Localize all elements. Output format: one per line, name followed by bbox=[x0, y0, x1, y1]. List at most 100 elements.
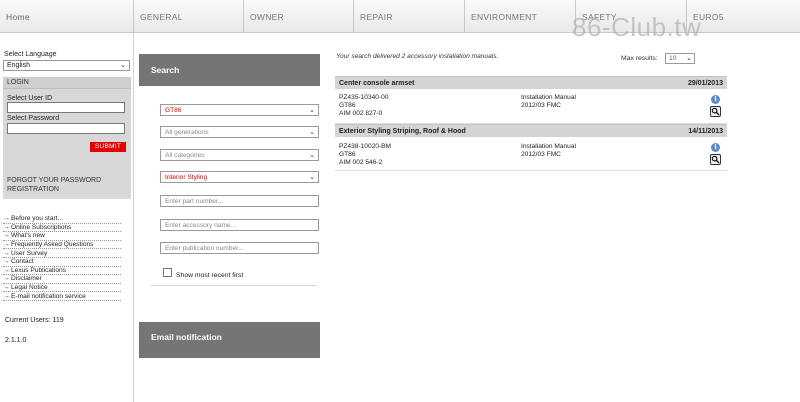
sidebar-link[interactable]: → Lexus Publications bbox=[3, 267, 121, 276]
model-select[interactable]: GT86 ⌄ bbox=[160, 104, 319, 116]
tab-environment[interactable]: ENVIRONMENT bbox=[465, 0, 576, 33]
sidebar-links: → Before you start... → Online Subscriptio… bbox=[3, 215, 121, 301]
result-type: Installation Manual bbox=[521, 94, 576, 101]
generation-select[interactable]: All generations ⌄ bbox=[160, 126, 319, 138]
arrow-right-icon: → bbox=[3, 232, 10, 240]
tab-general[interactable]: GENERAL bbox=[134, 0, 244, 33]
result-title[interactable]: Exterior Styling Striping, Roof & Hood bbox=[339, 128, 466, 135]
sidebar-link-label: Before you start... bbox=[11, 215, 64, 223]
sidebar-link-label: Frequently Asked Questions bbox=[11, 241, 94, 249]
sidebar-link-label: Contact bbox=[11, 258, 34, 266]
results-summary: Your search delivered 2 accessory instal… bbox=[336, 53, 499, 60]
subcategory-select[interactable]: Interior Styling ⌄ bbox=[160, 171, 319, 183]
sidebar-link[interactable]: → Online Subscriptions bbox=[3, 224, 121, 233]
tab-repair[interactable]: REPAIR bbox=[354, 0, 465, 33]
max-results-value: 10 bbox=[669, 55, 677, 62]
sidebar-link[interactable]: → E-mail notification service bbox=[3, 292, 121, 301]
most-recent-label: Show most recent first bbox=[176, 272, 244, 279]
generation-value: All generations bbox=[165, 129, 209, 136]
login-box: LOGIN Select User ID Select Password SUB… bbox=[3, 77, 131, 199]
publication-number-placeholder: Enter publication number... bbox=[165, 245, 244, 252]
arrow-right-icon: → bbox=[3, 215, 10, 223]
category-value: All categories bbox=[165, 152, 205, 159]
language-select[interactable]: English ⌄ bbox=[3, 60, 130, 71]
sidebar-link[interactable]: → Before you start... bbox=[3, 215, 121, 224]
result-title[interactable]: Center console armset bbox=[339, 80, 414, 87]
sidebar-link-label: Legal Notice bbox=[11, 284, 48, 292]
submit-button[interactable]: SUBMIT bbox=[90, 142, 126, 152]
info-icon[interactable]: i bbox=[711, 95, 720, 104]
subcategory-value: Interior Styling bbox=[165, 174, 208, 181]
max-results-label: Max results: bbox=[621, 55, 658, 62]
sidebar-link[interactable]: → Disclaimer bbox=[3, 275, 121, 284]
result-model: GT86 bbox=[339, 102, 356, 109]
version-number: 2.1.1.0 bbox=[5, 337, 27, 344]
login-links: FORGOT YOUR PASSWORD REGISTRATION bbox=[7, 176, 101, 194]
chevron-down-icon: ⌄ bbox=[309, 174, 315, 181]
result-details: PZ438-10020-BM GT86 AIM 002 546-2 Instal… bbox=[335, 138, 727, 171]
forgot-password-link[interactable]: FORGOT YOUR PASSWORD bbox=[7, 176, 101, 185]
arrow-right-icon: → bbox=[3, 249, 10, 257]
accessory-name-input[interactable]: Enter accessory name... bbox=[160, 219, 319, 231]
registration-link[interactable]: REGISTRATION bbox=[7, 185, 101, 194]
chevron-down-icon: ⌄ bbox=[120, 62, 126, 69]
language-label: Select Language bbox=[4, 51, 57, 58]
info-icon[interactable]: i bbox=[711, 143, 720, 152]
arrow-right-icon: → bbox=[3, 292, 10, 300]
user-id-input[interactable] bbox=[7, 102, 125, 113]
arrow-right-icon: → bbox=[3, 258, 10, 266]
arrow-right-icon: → bbox=[3, 223, 10, 231]
password-input[interactable] bbox=[7, 123, 125, 134]
chevron-down-icon: ⌄ bbox=[309, 129, 315, 136]
tab-owner[interactable]: OWNER bbox=[244, 0, 354, 33]
divider bbox=[151, 285, 317, 286]
password-label: Select Password bbox=[7, 115, 60, 122]
sidebar-link-label: E-mail notification service bbox=[11, 292, 86, 300]
result-aim: AIM 002 827-0 bbox=[339, 110, 383, 117]
search-panel-title: Search bbox=[139, 54, 320, 86]
magnifier-icon[interactable] bbox=[710, 154, 721, 165]
model-value: GT86 bbox=[165, 107, 182, 114]
arrow-right-icon: → bbox=[3, 241, 10, 249]
sidebar-link-label: Online Subscriptions bbox=[11, 223, 72, 231]
part-number-input[interactable]: Enter part number... bbox=[160, 195, 319, 207]
chevron-down-icon: ⌄ bbox=[309, 152, 315, 159]
magnifier-icon[interactable] bbox=[710, 106, 721, 117]
arrow-right-icon: → bbox=[3, 284, 10, 292]
result-header: Center console armset 29/01/2013 bbox=[335, 76, 727, 89]
top-navigation: Home GENERAL OWNER REPAIR ENVIRONMENT SA… bbox=[0, 0, 800, 33]
arrow-right-icon: → bbox=[3, 275, 10, 283]
result-model: GT86 bbox=[339, 151, 356, 158]
result-part-number: PZ435-10340-00 bbox=[339, 94, 389, 101]
sidebar-link[interactable]: → User Survey bbox=[3, 249, 121, 258]
sidebar-link-label: User Survey bbox=[11, 249, 48, 257]
chevron-down-icon: ⌄ bbox=[309, 107, 315, 114]
left-sidebar: Select Language English ⌄ LOGIN Select U… bbox=[0, 33, 134, 402]
result-details: PZ435-10340-00 GT86 AIM 002 827-0 Instal… bbox=[335, 90, 727, 124]
accessory-name-placeholder: Enter accessory name... bbox=[165, 222, 237, 229]
sidebar-link[interactable]: → What's new bbox=[3, 232, 121, 241]
sidebar-link[interactable]: → Legal Notice bbox=[3, 284, 121, 293]
current-users: Current Users: 119 bbox=[5, 317, 64, 324]
tab-euro5[interactable]: EURO5 bbox=[687, 0, 800, 33]
result-aim: AIM 002 546-2 bbox=[339, 159, 383, 166]
result-fmc: 2012/03 FMC bbox=[521, 151, 561, 158]
sidebar-link-label: What's new bbox=[11, 232, 45, 240]
category-select[interactable]: All categories ⌄ bbox=[160, 149, 319, 161]
user-id-label: Select User ID bbox=[7, 95, 53, 102]
result-date: 14/11/2013 bbox=[688, 128, 723, 135]
result-type: Installation Manual bbox=[521, 143, 576, 150]
result-part-number: PZ438-10020-BM bbox=[339, 143, 392, 150]
tab-safety[interactable]: SAFETY bbox=[576, 0, 687, 33]
publication-number-input[interactable]: Enter publication number... bbox=[160, 242, 319, 254]
sidebar-link[interactable]: → Frequently Asked Questions bbox=[3, 241, 121, 250]
max-results-select[interactable]: 10 ⌄ bbox=[665, 53, 695, 64]
email-panel-title: Email notification bbox=[139, 322, 320, 358]
result-fmc: 2012/03 FMC bbox=[521, 102, 561, 109]
most-recent-checkbox[interactable] bbox=[163, 268, 172, 277]
result-date: 29/01/2013 bbox=[687, 80, 723, 87]
sidebar-link[interactable]: → Contact bbox=[3, 258, 121, 267]
tab-home[interactable]: Home bbox=[0, 0, 134, 33]
arrow-right-icon: → bbox=[3, 266, 10, 274]
sidebar-link-label: Lexus Publications bbox=[11, 266, 66, 274]
